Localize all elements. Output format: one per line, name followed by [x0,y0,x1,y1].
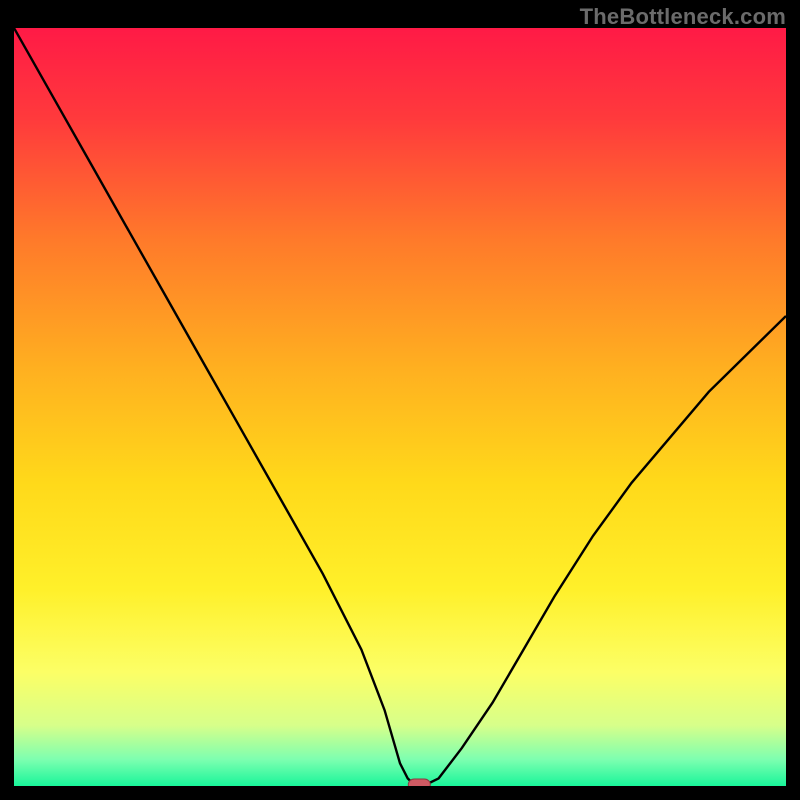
plot-area [14,28,786,786]
bottleneck-chart [14,28,786,786]
optimal-marker [408,779,430,786]
watermark-text: TheBottleneck.com [580,4,786,30]
chart-frame: TheBottleneck.com [0,0,800,800]
gradient-background [14,28,786,786]
